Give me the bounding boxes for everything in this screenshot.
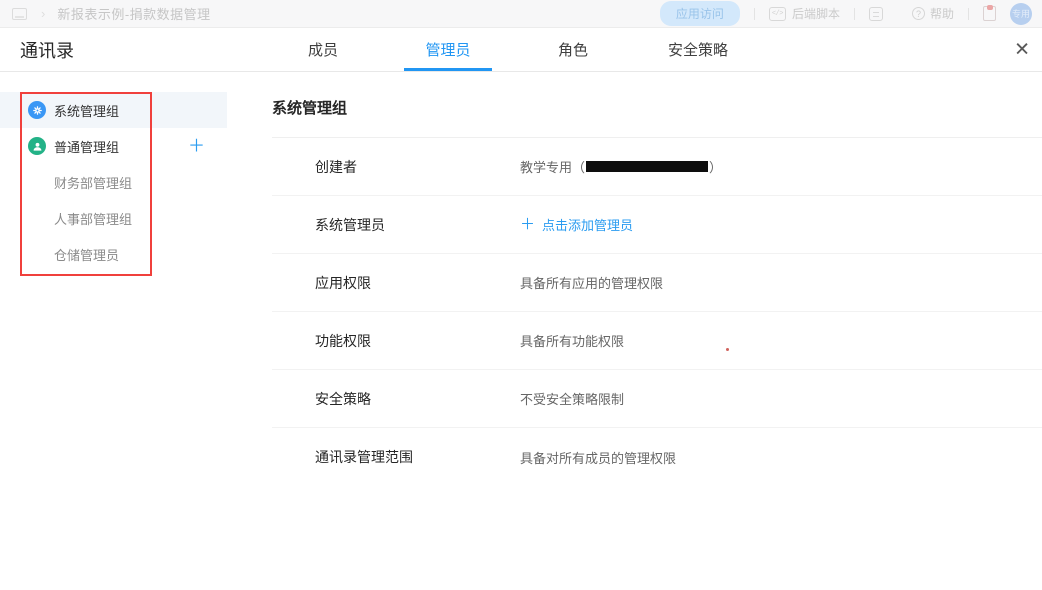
add-admin-link-label: 点击添加管理员	[542, 215, 633, 234]
backend-script-label: 后端脚本	[792, 5, 840, 22]
row-label: 创建者	[315, 157, 520, 177]
detail-row-system-admins: 系统管理员 ＋ 点击添加管理员	[272, 196, 1042, 254]
tab-bar: 成员 管理员 角色 安全策略	[279, 28, 779, 71]
row-label: 通讯录管理范围	[315, 447, 520, 467]
creator-value-prefix: 教学专用（	[520, 157, 585, 176]
contacts-header: 通讯录 成员 管理员 角色 安全策略 ✕	[0, 28, 1042, 72]
code-icon: </>	[769, 7, 786, 21]
sidebar-item-system-admin-group[interactable]: 系统管理组	[0, 92, 227, 128]
group-detail-panel: 系统管理组 创建者 教学专用（ ） 系统管理员 ＋ 点击添加管理员 应用权限 具…	[272, 72, 1042, 486]
sidebar-item-label: 财务部管理组	[54, 173, 132, 192]
group-heading: 系统管理组	[272, 72, 1042, 138]
add-admin-link[interactable]: ＋ 点击添加管理员	[520, 215, 633, 234]
row-label: 功能权限	[315, 331, 520, 351]
stray-red-dot	[726, 348, 729, 351]
tab-security-policy[interactable]: 安全策略	[654, 28, 742, 71]
avatar[interactable]: 专用	[1010, 3, 1032, 25]
tab-roles[interactable]: 角色	[529, 28, 617, 71]
creator-value: 教学专用（ ）	[520, 157, 722, 176]
window-titlebar: › 新报表示例-捐款数据管理 应用访问 </> 后端脚本 ? 帮助 专用	[0, 0, 1042, 28]
row-label: 系统管理员	[315, 215, 520, 235]
sidebar-item-hr-admin-group[interactable]: 人事部管理组	[0, 200, 227, 236]
sidebar-item-label: 人事部管理组	[54, 209, 132, 228]
sidebar-item-label: 普通管理组	[54, 137, 119, 156]
creator-value-suffix: ）	[709, 157, 722, 176]
app-access-button[interactable]: 应用访问	[660, 1, 740, 26]
breadcrumb-chevron-icon: ›	[41, 6, 45, 21]
divider	[754, 8, 755, 20]
row-value: 不受安全策略限制	[520, 389, 624, 408]
row-value: 具备所有应用的管理权限	[520, 273, 663, 292]
sidebar-item-label: 系统管理组	[54, 101, 119, 120]
form-log-icon[interactable]	[869, 7, 883, 21]
detail-row-creator: 创建者 教学专用（ ）	[272, 138, 1042, 196]
window-icon[interactable]	[12, 8, 27, 20]
detail-row-app-permissions: 应用权限 具备所有应用的管理权限	[272, 254, 1042, 312]
content-area: 系统管理组 普通管理组 ＋ 财务部管理组 人事部管理组 仓储管理员 系统管理组 …	[0, 72, 1042, 486]
help-button[interactable]: ? 帮助	[912, 5, 954, 22]
clipboard-icon[interactable]	[983, 6, 996, 21]
tab-admins[interactable]: 管理员	[404, 28, 492, 71]
row-value: 具备对所有成员的管理权限	[520, 448, 676, 467]
divider	[854, 8, 855, 20]
question-icon: ?	[912, 7, 925, 20]
window-title: 新报表示例-捐款数据管理	[57, 4, 210, 23]
add-group-button[interactable]: ＋	[188, 138, 205, 155]
page-title: 通讯录	[20, 37, 74, 63]
row-value: 具备所有功能权限	[520, 331, 624, 350]
sidebar-item-finance-admin-group[interactable]: 财务部管理组	[0, 164, 227, 200]
row-label: 应用权限	[315, 273, 520, 293]
divider	[897, 8, 898, 20]
close-icon[interactable]: ✕	[1014, 40, 1030, 59]
plus-icon: ＋	[520, 217, 535, 232]
row-label: 安全策略	[315, 389, 520, 409]
titlebar-actions: 应用访问 </> 后端脚本 ? 帮助 专用	[660, 1, 1042, 26]
sidebar-item-label: 仓储管理员	[54, 245, 119, 264]
sidebar-item-warehouse-admin[interactable]: 仓储管理员	[0, 236, 227, 272]
gear-badge-icon	[28, 101, 46, 119]
detail-row-function-permissions: 功能权限 具备所有功能权限	[272, 312, 1042, 370]
admin-group-sidebar: 系统管理组 普通管理组 ＋ 财务部管理组 人事部管理组 仓储管理员	[0, 72, 227, 486]
detail-row-contacts-scope: 通讯录管理范围 具备对所有成员的管理权限	[272, 428, 1042, 486]
person-badge-icon	[28, 137, 46, 155]
help-label: 帮助	[930, 5, 954, 22]
divider	[968, 8, 969, 20]
sidebar-item-normal-admin-group[interactable]: 普通管理组 ＋	[0, 128, 227, 164]
redaction-bar	[586, 161, 708, 172]
tab-members[interactable]: 成员	[279, 28, 367, 71]
detail-row-security-policy: 安全策略 不受安全策略限制	[272, 370, 1042, 428]
backend-script-button[interactable]: </> 后端脚本	[769, 5, 840, 22]
